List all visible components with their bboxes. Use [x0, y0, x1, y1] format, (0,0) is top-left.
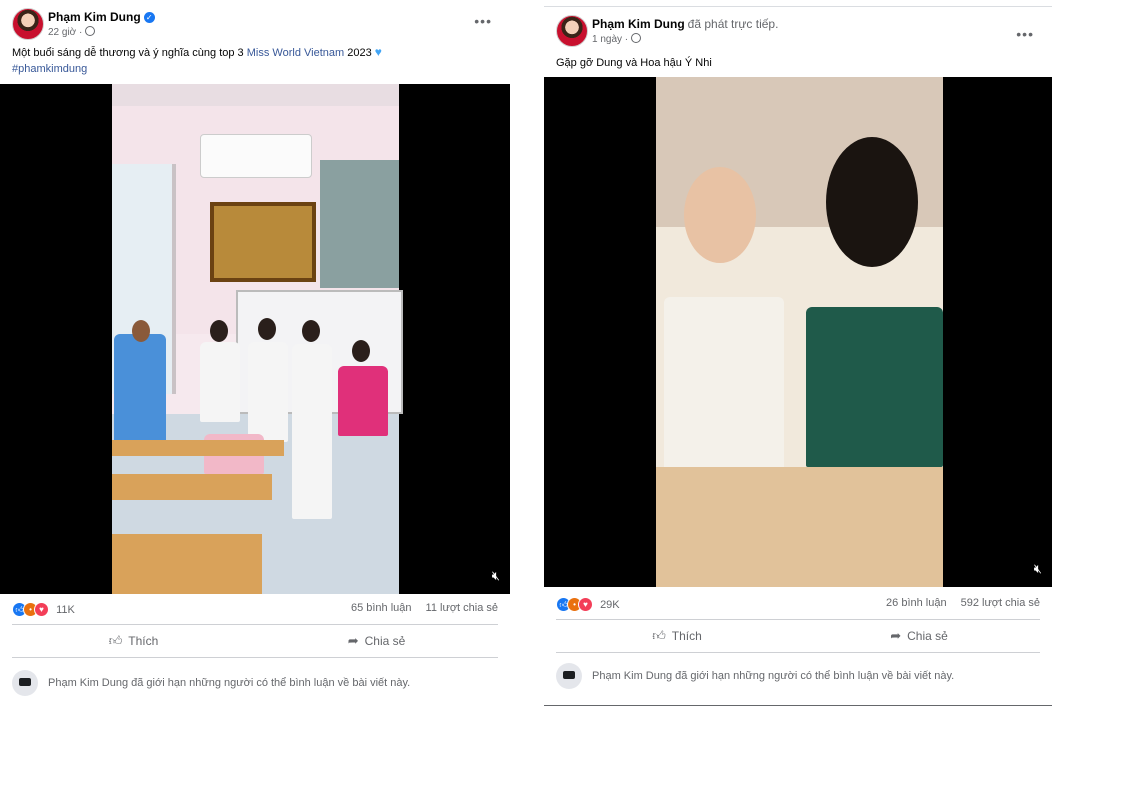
- share-arrow-icon: ➦: [347, 633, 359, 648]
- post-header: Phạm Kim Dung ✓ 22 giờ · •••: [12, 8, 498, 48]
- head: [352, 340, 370, 362]
- speaker-muted-icon[interactable]: 🔇︎: [1034, 561, 1042, 577]
- like-label: Thích: [128, 634, 159, 648]
- air-conditioner: [200, 134, 312, 178]
- contestant-3: [292, 344, 332, 519]
- thumbs-up-icon: 👍︎: [652, 628, 666, 643]
- comment-count[interactable]: 65 bình luận: [351, 602, 412, 614]
- woman-green-dress: [806, 307, 943, 467]
- head: [258, 318, 276, 340]
- hair: [826, 137, 918, 267]
- comment-bubble-icon: [556, 663, 582, 689]
- verified-badge-icon: ✓: [143, 12, 155, 23]
- comment-bubble-icon: [12, 670, 38, 696]
- post-meta: 1 ngày ·: [592, 33, 642, 45]
- speaker-muted-icon[interactable]: 🔇︎: [492, 568, 500, 584]
- live-action-text: đã phát trực tiếp.: [687, 17, 779, 31]
- caption-link[interactable]: Miss World Vietnam: [247, 47, 344, 59]
- like-button[interactable]: 👍︎ Thích: [556, 620, 798, 652]
- reactions-summary[interactable]: 👍︎ • ♥ 29K: [556, 597, 620, 612]
- caption-text: Gặp gỡ Dung và Hoa hậu Ý Nhi: [556, 57, 712, 69]
- share-arrow-icon: ➦: [890, 628, 902, 643]
- desk: [112, 440, 284, 456]
- thumbs-up-icon: 👍︎: [108, 633, 123, 648]
- contestant-1: [200, 342, 240, 422]
- woman-pink-shirt: [338, 366, 388, 436]
- share-count[interactable]: 11 lượt chia sẻ: [426, 602, 498, 614]
- head: [210, 320, 228, 342]
- post-stats: 👍︎ • ♥ 11K 65 bình luận 11 lượt chia sẻ: [12, 602, 498, 620]
- author-name[interactable]: Phạm Kim Dung: [48, 10, 141, 24]
- more-horizontal-icon[interactable]: •••: [1016, 27, 1034, 41]
- post-caption: Gặp gỡ Dung và Hoa hậu Ý Nhi: [556, 55, 712, 71]
- woman-white-shirt: [664, 297, 784, 487]
- comment-limit-notice: Phạm Kim Dung đã giới hạn những người có…: [556, 663, 1040, 691]
- post-actions: 👍︎ Thích ➦ Chia sẻ: [12, 624, 498, 658]
- share-button[interactable]: ➦ Chia sẻ: [798, 620, 1040, 652]
- caption-suffix: 2023: [347, 47, 372, 59]
- post-time[interactable]: 1 ngày ·: [592, 34, 628, 45]
- comment-limit-notice: Phạm Kim Dung đã giới hạn những người có…: [12, 670, 498, 698]
- table: [656, 467, 943, 587]
- comment-count[interactable]: 26 bình luận: [886, 597, 947, 609]
- like-button[interactable]: 👍︎ Thích: [12, 625, 255, 657]
- head: [132, 320, 150, 342]
- interview-video-frame: [656, 77, 943, 587]
- head: [302, 320, 320, 342]
- man-blue-shirt: [114, 334, 166, 444]
- post-header: Phạm Kim Dung đã phát trực tiếp. 1 ngày ·…: [556, 15, 1040, 55]
- author-line: Phạm Kim Dung đã phát trực tiếp.: [592, 17, 778, 31]
- post-actions: 👍︎ Thích ➦ Chia sẻ: [556, 619, 1040, 653]
- more-horizontal-icon[interactable]: •••: [474, 14, 492, 28]
- comment-limit-text: Phạm Kim Dung đã giới hạn những người có…: [592, 670, 955, 682]
- post-video[interactable]: 🔇︎: [544, 77, 1052, 587]
- share-count[interactable]: 592 lượt chia sẻ: [961, 597, 1040, 609]
- caption-text: Một buổi sáng dễ thương và ý nghĩa cùng …: [12, 47, 244, 59]
- engagement-counts: 65 bình luận 11 lượt chia sẻ: [351, 602, 498, 614]
- portrait: [320, 160, 399, 288]
- globe-icon: [631, 33, 642, 43]
- post-video[interactable]: 🔇︎: [0, 84, 510, 594]
- post-time[interactable]: 22 giờ ·: [48, 27, 82, 38]
- author-name[interactable]: Phạm Kim Dung: [592, 17, 685, 31]
- share-label: Chia sẻ: [364, 634, 406, 648]
- ceiling: [112, 84, 399, 106]
- share-label: Chia sẻ: [907, 629, 948, 643]
- classroom-video-frame: [112, 84, 403, 594]
- author-line: Phạm Kim Dung ✓: [48, 10, 155, 24]
- desk: [112, 474, 272, 500]
- share-button[interactable]: ➦ Chia sẻ: [255, 625, 498, 657]
- painting: [210, 202, 316, 282]
- author-avatar[interactable]: [556, 15, 588, 47]
- hashtag-link[interactable]: #phamkimdung: [12, 63, 87, 75]
- love-reaction-icon: ♥: [34, 602, 49, 617]
- contestant-2: [248, 342, 288, 442]
- post-card-1: Phạm Kim Dung ✓ 22 giờ · ••• Một buổi sán…: [0, 0, 510, 700]
- reaction-count: 29K: [600, 598, 620, 611]
- like-label: Thích: [671, 629, 702, 643]
- post-meta: 22 giờ ·: [48, 26, 96, 38]
- engagement-counts: 26 bình luận 592 lượt chia sẻ: [886, 597, 1040, 609]
- reaction-count: 11K: [56, 603, 75, 616]
- blue-heart-icon: ♥: [374, 45, 382, 59]
- love-reaction-icon: ♥: [578, 597, 593, 612]
- post-card-2: Phạm Kim Dung đã phát trực tiếp. 1 ngày ·…: [544, 6, 1052, 706]
- author-avatar[interactable]: [12, 8, 44, 40]
- face: [684, 167, 756, 263]
- post-stats: 👍︎ • ♥ 29K 26 bình luận 592 lượt chia sẻ: [556, 597, 1040, 615]
- reactions-summary[interactable]: 👍︎ • ♥ 11K: [12, 602, 75, 617]
- comment-limit-text: Phạm Kim Dung đã giới hạn những người có…: [48, 677, 411, 689]
- globe-icon: [85, 26, 96, 36]
- desk: [112, 534, 262, 594]
- post-caption: Một buổi sáng dễ thương và ý nghĩa cùng …: [12, 44, 382, 77]
